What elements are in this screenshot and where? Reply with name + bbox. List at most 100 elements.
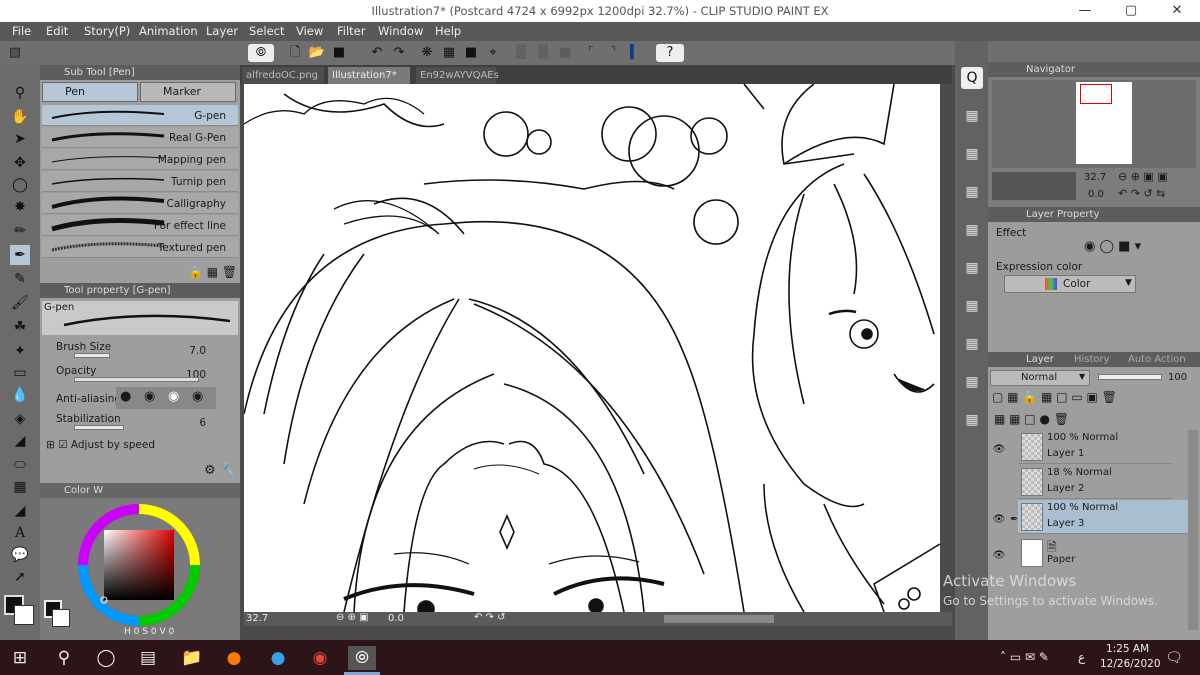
brush-size-slider[interactable] [74, 353, 110, 358]
layer-row[interactable]: 100 % Normal Layer 3 [1018, 500, 1198, 534]
rotate-controls[interactable]: ↶ ↷ ↺ [474, 612, 506, 623]
brush-item[interactable]: Real G-Pen [42, 127, 238, 148]
clear-icon[interactable]: ❋ [418, 44, 436, 62]
close-button[interactable]: ✕ [1154, 0, 1200, 22]
search-icon[interactable]: Q [961, 67, 983, 89]
layer-add-icons[interactable]: ▦ ▦ □ ● 🗑 [994, 412, 1069, 426]
brush-item[interactable]: Textured pen [42, 237, 238, 258]
material-edit-icon[interactable]: ▦ [961, 371, 983, 393]
frame-icon[interactable]: ▦ [10, 477, 30, 497]
tab-history[interactable]: History [1074, 352, 1110, 367]
effect-icons[interactable]: ◉ ◯ ■ ▾ [1084, 239, 1141, 254]
brush-item[interactable]: Mapping pen [42, 149, 238, 170]
fill-icon[interactable]: ◈ [10, 409, 30, 429]
layer-row[interactable]: 100 % Normal Layer 1 [1018, 430, 1172, 464]
clip-studio-icon[interactable]: ⦾ [248, 44, 274, 62]
navigator-zoom-controls[interactable]: ⊖ ⊕ ▣ ▣ [1118, 170, 1168, 183]
layer-opacity-slider[interactable] [1098, 374, 1162, 380]
menu-filter[interactable]: Filter [337, 24, 365, 38]
layer-opacity-value[interactable]: 100 [1168, 372, 1187, 383]
color-wheel[interactable] [74, 503, 204, 628]
layer-toolbar-icons[interactable]: ▢ ▦ 🔒 ▦ □ ▭ ▣ 🗑 [992, 390, 1117, 404]
minimize-button[interactable]: — [1062, 0, 1108, 22]
magic-wand-icon[interactable]: ✸ [10, 197, 30, 217]
gradient-icon[interactable]: ◢ [10, 431, 30, 451]
menu-window[interactable]: Window [378, 24, 423, 38]
material-tone-icon[interactable]: ▦ [961, 219, 983, 241]
decoration-icon[interactable]: ✦ [10, 341, 30, 361]
open-file-icon[interactable]: 📂 [308, 44, 326, 62]
navigator-preview[interactable] [992, 80, 1196, 168]
pen-tool-icon[interactable]: ✒ [10, 245, 30, 265]
pencil-tool-icon[interactable]: ✎ [10, 269, 30, 289]
ruler-icon[interactable]: ◢ [10, 501, 30, 521]
material-model-icon[interactable]: ▦ [961, 409, 983, 431]
windows-start-icon[interactable]: ⊞ [8, 646, 32, 670]
antialias-medium-icon[interactable]: ◉ [168, 389, 179, 404]
fill-bucket-icon[interactable]: ▍ [626, 44, 644, 62]
antialias-none-icon[interactable]: ● [120, 389, 131, 404]
subtool-menu-icons[interactable]: 🔒 ▦ 🗑 [188, 265, 237, 279]
opacity-slider[interactable] [74, 377, 199, 382]
brush-item[interactable]: For effect line [42, 215, 238, 236]
settings-icon[interactable]: ⚙ 🔧 [204, 463, 236, 478]
antialias-strong-icon[interactable]: ◉ [192, 389, 203, 404]
clip-studio-taskbar-icon[interactable]: ⦾ [348, 646, 376, 670]
snap-special-icon[interactable]: ▒ [534, 44, 552, 62]
material-icon[interactable]: ▦ [961, 105, 983, 127]
airbrush-icon[interactable]: ☘ [10, 317, 30, 337]
zoom-readout[interactable]: 32.7 [246, 613, 268, 624]
menu-help[interactable]: Help [435, 24, 461, 38]
angle-readout[interactable]: 0.0 [388, 613, 404, 624]
cortana-icon[interactable]: ◯ [94, 646, 118, 670]
scale-icon[interactable]: ⌖ [484, 44, 502, 62]
redo-icon[interactable]: ↷ [390, 44, 408, 62]
navigator-zoom[interactable]: 32.7 [1084, 172, 1106, 183]
drawing-canvas[interactable] [244, 84, 940, 612]
new-file-icon[interactable]: 🗋 [286, 44, 304, 62]
navigator-view-rect[interactable] [1080, 84, 1112, 104]
blend-icon[interactable]: 💧 [10, 385, 30, 405]
fill-selection-icon[interactable]: ■ [462, 44, 480, 62]
save-icon[interactable]: ■ [330, 44, 348, 62]
eraser-icon[interactable]: ▭ [10, 363, 30, 383]
chrome-icon[interactable]: ◉ [308, 646, 332, 670]
stabilization-value[interactable]: 6 [199, 417, 206, 429]
menu-file[interactable]: File [12, 24, 31, 38]
lasso-icon[interactable]: ◯ [10, 175, 30, 195]
notification-icon[interactable]: 🗨 [1162, 646, 1186, 670]
horizontal-scrollbar[interactable] [664, 615, 774, 623]
tab-auto-action[interactable]: Auto Action [1128, 352, 1186, 367]
blend-mode-select[interactable]: Normal ▼ [990, 370, 1090, 386]
menu-story[interactable]: Story(P) [84, 24, 130, 38]
clock-date[interactable]: 12/26/2020 [1100, 658, 1161, 670]
layer-scrollbar[interactable] [1188, 430, 1198, 630]
menu-edit[interactable]: Edit [46, 24, 68, 38]
firefox-icon[interactable]: ● [222, 646, 246, 670]
navigator-sliders[interactable] [992, 172, 1076, 200]
color-sub-swatch[interactable] [52, 609, 70, 627]
stroke-line-icon[interactable]: ⌜ [582, 44, 600, 62]
material-pattern-icon[interactable]: ▦ [961, 295, 983, 317]
operation-tool-icon[interactable]: ➤ [10, 129, 30, 149]
undo-icon[interactable]: ↶ [368, 44, 386, 62]
tab-layer[interactable]: Layer [1026, 352, 1054, 367]
material-image-icon[interactable]: ▦ [961, 143, 983, 165]
material-photo-icon[interactable]: ▦ [961, 333, 983, 355]
balloon-icon[interactable]: 💬 [10, 545, 30, 565]
search-icon[interactable]: ⚲ [52, 646, 76, 670]
brush-item[interactable]: Calligraphy [42, 193, 238, 214]
correct-line-icon[interactable]: ➚ [10, 567, 30, 587]
menu-select[interactable]: Select [249, 24, 284, 38]
eye-icon[interactable]: 👁 [992, 550, 1006, 564]
snap-grid-icon[interactable]: ▦ [556, 44, 574, 62]
navigator-angle[interactable]: 0.0 [1088, 189, 1104, 200]
file-explorer-icon[interactable]: 📁 [180, 646, 204, 670]
menu-animation[interactable]: Animation [139, 24, 198, 38]
zoom-tool-icon[interactable]: ⚲ [10, 83, 30, 103]
tray-icons[interactable]: ˄ ▭ ✉ ✎ [1000, 650, 1049, 664]
tab-illustration7[interactable]: Illustration7* [328, 67, 410, 84]
eye-icon[interactable]: 👁 [992, 444, 1006, 458]
brush-item[interactable]: Turnip pen [42, 171, 238, 192]
text-tool-icon[interactable]: A [10, 523, 30, 543]
